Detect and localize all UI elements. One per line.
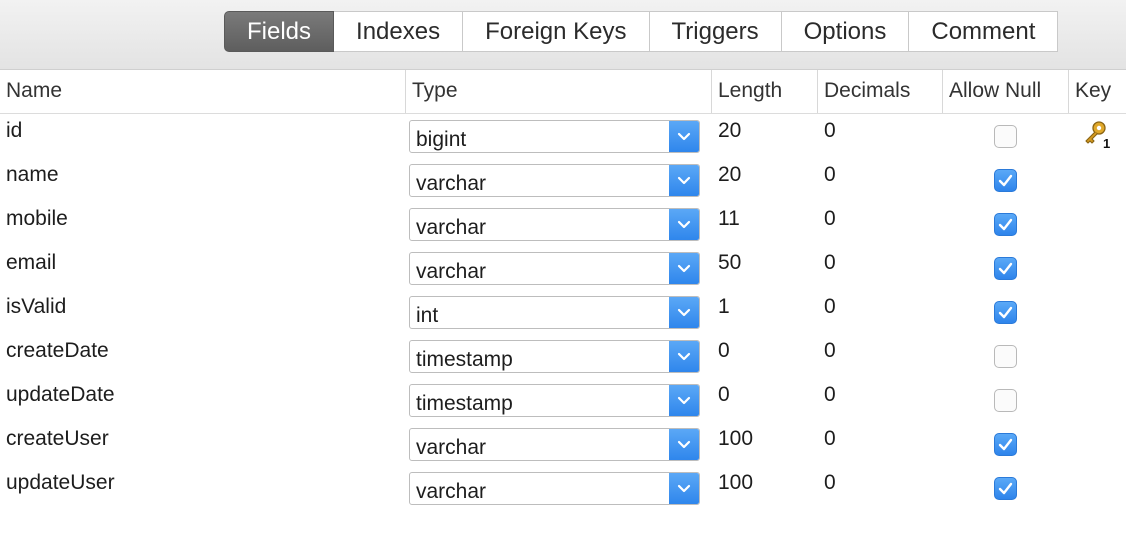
length-value[interactable]: 50: [718, 251, 741, 275]
checkmark-icon: [998, 174, 1013, 187]
type-value: varchar: [416, 480, 487, 503]
primary-key-icon: 1: [1082, 120, 1112, 151]
allow-null-checkbox[interactable]: [994, 301, 1017, 324]
table-row[interactable]: name varchar 20 0: [0, 158, 1126, 202]
tab-indexes[interactable]: Indexes: [334, 11, 464, 52]
table-row[interactable]: updateDate timestamp 0 0: [0, 378, 1126, 422]
decimals-value[interactable]: 0: [824, 383, 836, 407]
allow-null-checkbox[interactable]: [994, 477, 1017, 500]
type-value: timestamp: [416, 348, 513, 371]
chevron-down-icon[interactable]: [669, 429, 699, 460]
chevron-down-icon[interactable]: [669, 209, 699, 240]
tab-triggers[interactable]: Triggers: [649, 11, 782, 52]
table-row[interactable]: updateUser varchar 100 0: [0, 466, 1126, 510]
tab-comment[interactable]: Comment: [909, 11, 1059, 52]
type-select[interactable]: varchar: [409, 252, 700, 285]
table-row[interactable]: id bigint 20 0 1: [0, 114, 1126, 158]
checkmark-icon: [998, 262, 1013, 275]
allow-null-checkbox[interactable]: [994, 345, 1017, 368]
type-select[interactable]: varchar: [409, 428, 700, 461]
allow-null-checkbox[interactable]: [994, 389, 1017, 412]
table-row[interactable]: createUser varchar 100 0: [0, 422, 1126, 466]
table-row[interactable]: mobile varchar 11 0: [0, 202, 1126, 246]
column-header-key[interactable]: Key: [1068, 70, 1126, 113]
field-name[interactable]: updateDate: [6, 383, 115, 407]
decimals-value[interactable]: 0: [824, 207, 836, 231]
length-value[interactable]: 0: [718, 339, 730, 363]
decimals-value[interactable]: 0: [824, 163, 836, 187]
chevron-down-icon[interactable]: [669, 121, 699, 152]
type-select[interactable]: varchar: [409, 208, 700, 241]
chevron-down-icon[interactable]: [669, 385, 699, 416]
column-header-decimals[interactable]: Decimals: [817, 70, 942, 113]
chevron-down-icon[interactable]: [669, 297, 699, 328]
length-value[interactable]: 100: [718, 471, 753, 495]
decimals-value[interactable]: 0: [824, 119, 836, 143]
chevron-down-icon[interactable]: [669, 165, 699, 196]
tab-foreign-keys[interactable]: Foreign Keys: [463, 11, 650, 52]
field-name[interactable]: id: [6, 119, 22, 143]
decimals-value[interactable]: 0: [824, 295, 836, 319]
field-name[interactable]: name: [6, 163, 59, 187]
type-select[interactable]: int: [409, 296, 700, 329]
column-header-length[interactable]: Length: [711, 70, 817, 113]
column-header-name[interactable]: Name: [0, 70, 405, 113]
field-name[interactable]: mobile: [6, 207, 68, 231]
type-value: bigint: [416, 128, 467, 151]
field-name[interactable]: updateUser: [6, 471, 115, 495]
type-value: timestamp: [416, 392, 513, 415]
decimals-value[interactable]: 0: [824, 471, 836, 495]
column-header-type[interactable]: Type: [405, 70, 711, 113]
type-value: varchar: [416, 260, 487, 283]
chevron-down-icon[interactable]: [669, 473, 699, 504]
chevron-down-icon[interactable]: [669, 341, 699, 372]
type-select[interactable]: timestamp: [409, 340, 700, 373]
field-name[interactable]: createDate: [6, 339, 109, 363]
column-header-row: Name Type Length Decimals Allow Null Key: [0, 70, 1126, 114]
type-select[interactable]: timestamp: [409, 384, 700, 417]
field-name[interactable]: createUser: [6, 427, 109, 451]
key-number: 1: [1103, 136, 1110, 150]
checkmark-icon: [998, 218, 1013, 231]
type-value: varchar: [416, 172, 487, 195]
type-value: varchar: [416, 216, 487, 239]
tab-bar: Fields Indexes Foreign Keys Triggers Opt…: [224, 11, 1059, 52]
table-row[interactable]: isValid int 1 0: [0, 290, 1126, 334]
decimals-value[interactable]: 0: [824, 427, 836, 451]
tab-fields[interactable]: Fields: [224, 11, 335, 52]
tab-options[interactable]: Options: [781, 11, 910, 52]
type-select[interactable]: varchar: [409, 472, 700, 505]
allow-null-checkbox[interactable]: [994, 433, 1017, 456]
checkmark-icon: [998, 306, 1013, 319]
type-value: varchar: [416, 436, 487, 459]
length-value[interactable]: 20: [718, 163, 741, 187]
allow-null-checkbox[interactable]: [994, 125, 1017, 148]
decimals-value[interactable]: 0: [824, 339, 836, 363]
type-value: int: [416, 304, 439, 327]
tab-toolbar: Fields Indexes Foreign Keys Triggers Opt…: [0, 0, 1126, 70]
length-value[interactable]: 100: [718, 427, 753, 451]
chevron-down-icon[interactable]: [669, 253, 699, 284]
allow-null-checkbox[interactable]: [994, 213, 1017, 236]
length-value[interactable]: 0: [718, 383, 730, 407]
column-header-allow-null[interactable]: Allow Null: [942, 70, 1068, 113]
field-name[interactable]: isValid: [6, 295, 66, 319]
field-name[interactable]: email: [6, 251, 56, 275]
type-select[interactable]: bigint: [409, 120, 700, 153]
table-row[interactable]: createDate timestamp 0 0: [0, 334, 1126, 378]
type-select[interactable]: varchar: [409, 164, 700, 197]
length-value[interactable]: 1: [718, 295, 730, 319]
allow-null-checkbox[interactable]: [994, 257, 1017, 280]
checkmark-icon: [998, 482, 1013, 495]
decimals-value[interactable]: 0: [824, 251, 836, 275]
checkmark-icon: [998, 438, 1013, 451]
length-value[interactable]: 11: [718, 207, 740, 231]
table-row[interactable]: email varchar 50 0: [0, 246, 1126, 290]
length-value[interactable]: 20: [718, 119, 741, 143]
allow-null-checkbox[interactable]: [994, 169, 1017, 192]
